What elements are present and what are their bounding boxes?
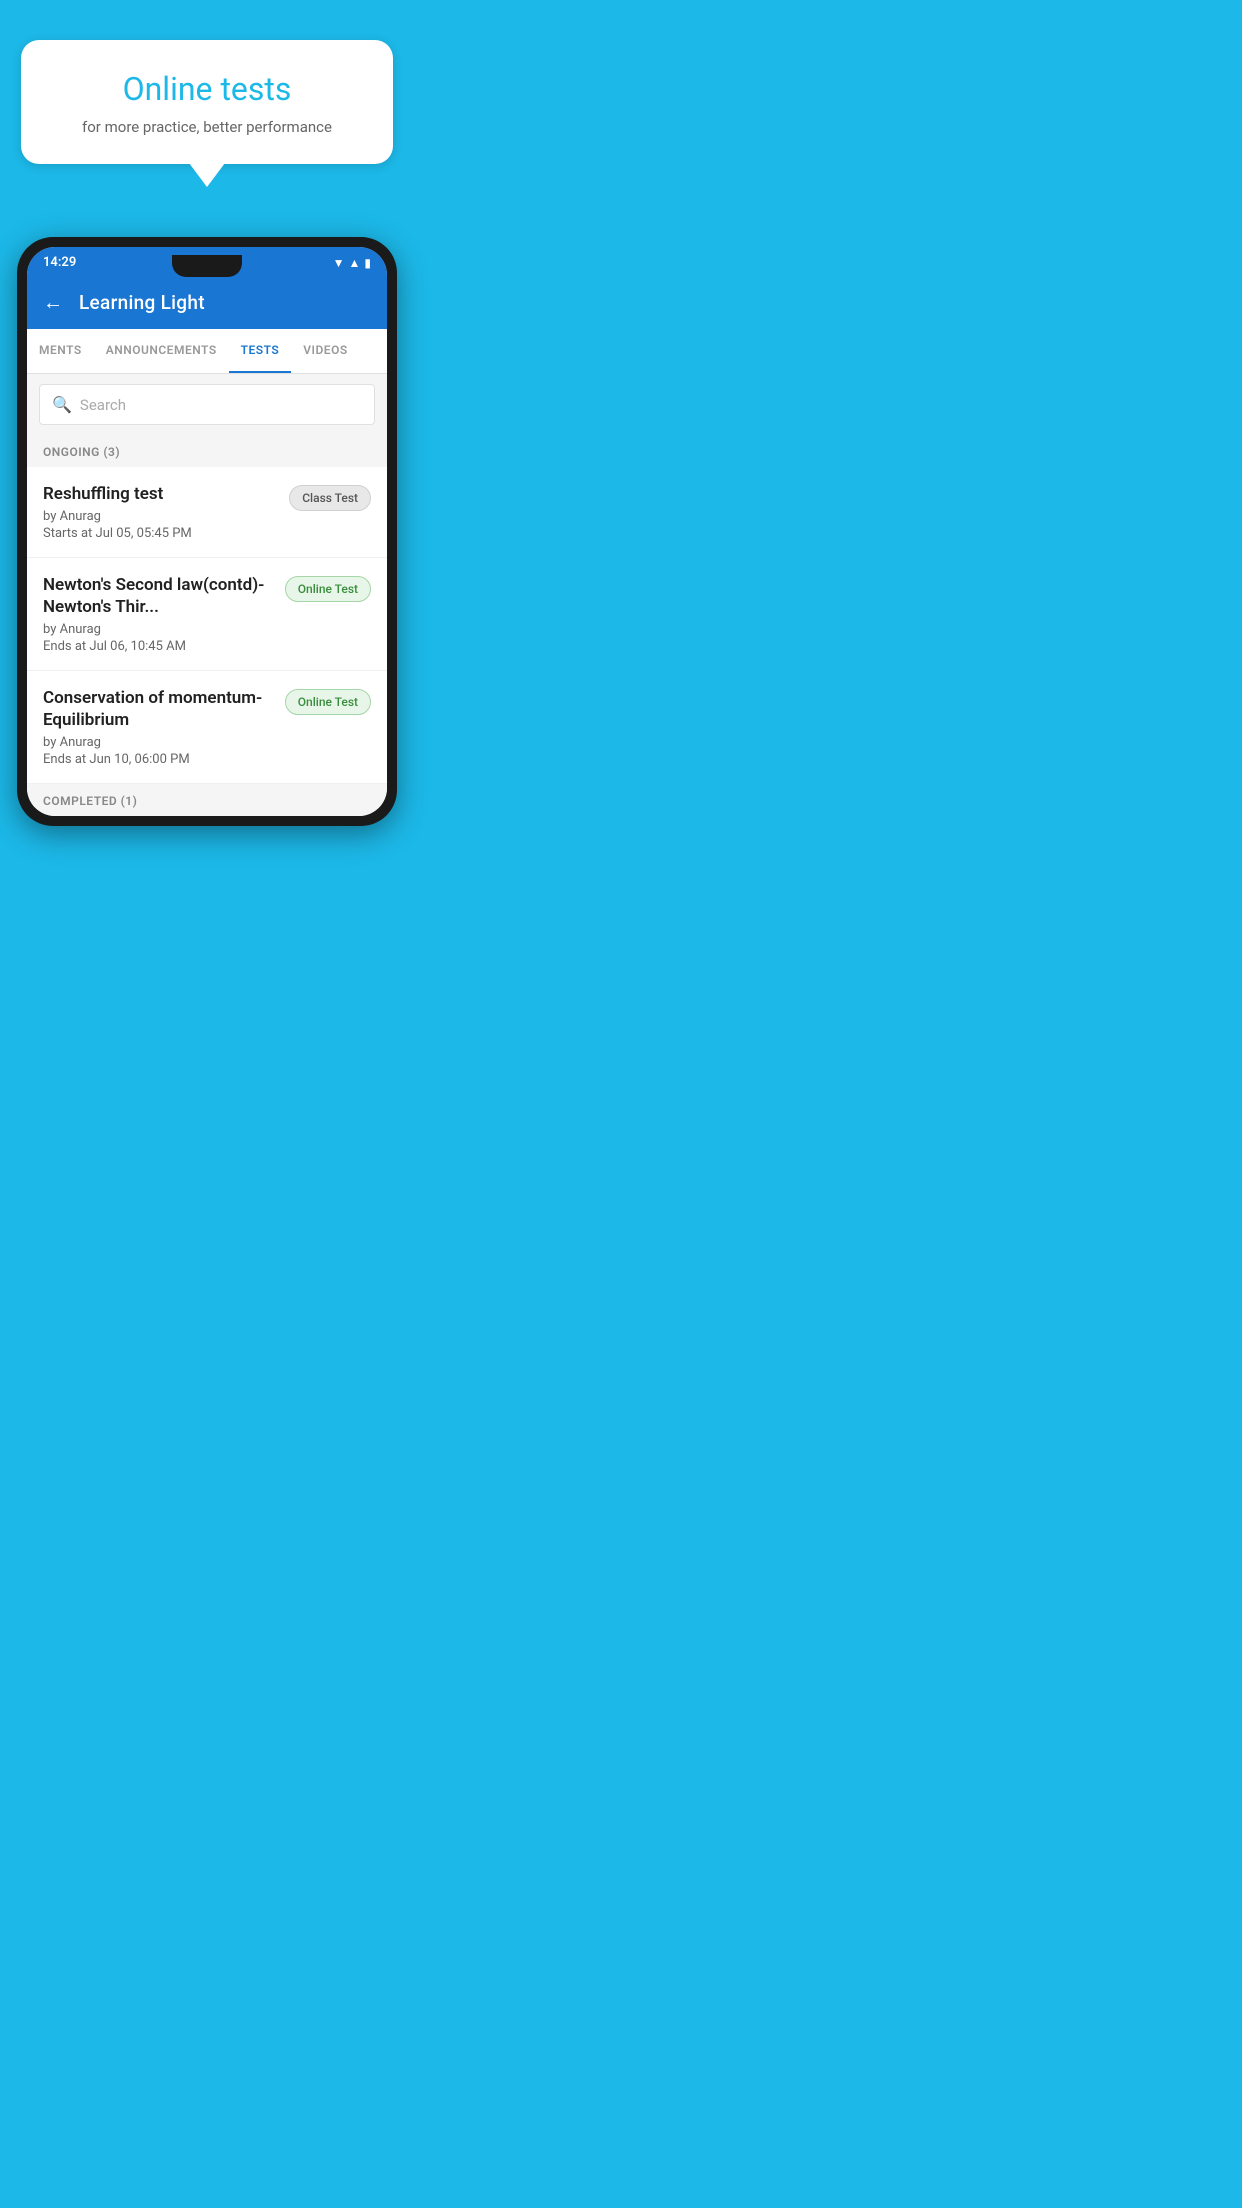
test-title-2: Newton's Second law(contd)-Newton's Thir… [43, 574, 275, 618]
speech-bubble-subtitle: for more practice, better performance [51, 118, 364, 136]
tabs-container: MENTS ANNOUNCEMENTS TESTS VIDEOS [27, 329, 387, 374]
test-time-3: Ends at Jun 10, 06:00 PM [43, 752, 275, 767]
speech-bubble-title: Online tests [51, 70, 364, 108]
completed-section-header: COMPLETED (1) [27, 784, 387, 816]
test-by-2: by Anurag [43, 622, 275, 637]
wifi-icon: ▼ [333, 256, 345, 270]
tab-announcements[interactable]: ANNOUNCEMENTS [94, 329, 229, 373]
search-icon: 🔍 [52, 395, 72, 414]
battery-icon: ▮ [364, 256, 371, 270]
status-time: 14:29 [43, 255, 76, 270]
speech-bubble: Online tests for more practice, better p… [21, 40, 394, 164]
back-button[interactable]: ← [43, 290, 63, 315]
app-bar: ← Learning Light [27, 276, 387, 329]
test-list: Reshuffling test by Anurag Starts at Jul… [27, 467, 387, 784]
phone-notch [172, 255, 242, 277]
test-badge-3: Online Test [285, 689, 371, 715]
test-by-1: by Anurag [43, 509, 279, 524]
search-container: 🔍 Search [27, 374, 387, 435]
app-bar-title: Learning Light [79, 291, 205, 314]
test-by-3: by Anurag [43, 735, 275, 750]
test-badge-2: Online Test [285, 576, 371, 602]
test-title-3: Conservation of momentum-Equilibrium [43, 687, 275, 731]
test-info-1: Reshuffling test by Anurag Starts at Jul… [43, 483, 279, 541]
test-item[interactable]: Newton's Second law(contd)-Newton's Thir… [27, 558, 387, 671]
tab-ments[interactable]: MENTS [27, 329, 94, 373]
status-icons: ▼ ▲ ▮ [333, 256, 371, 270]
test-time-2: Ends at Jul 06, 10:45 AM [43, 639, 275, 654]
phone-frame: 14:29 ▼ ▲ ▮ ← Learning Light MENTS ANNOU… [17, 237, 397, 826]
test-info-2: Newton's Second law(contd)-Newton's Thir… [43, 574, 275, 654]
phone-screen: 14:29 ▼ ▲ ▮ ← Learning Light MENTS ANNOU… [27, 247, 387, 816]
ongoing-section-header: ONGOING (3) [27, 435, 387, 467]
test-item[interactable]: Conservation of momentum-Equilibrium by … [27, 671, 387, 784]
search-box[interactable]: 🔍 Search [39, 384, 375, 425]
test-title-1: Reshuffling test [43, 483, 279, 505]
test-time-1: Starts at Jul 05, 05:45 PM [43, 526, 279, 541]
tab-tests[interactable]: TESTS [229, 329, 292, 373]
test-item[interactable]: Reshuffling test by Anurag Starts at Jul… [27, 467, 387, 558]
signal-icon: ▲ [349, 256, 361, 270]
speech-bubble-container: Online tests for more practice, better p… [21, 40, 394, 187]
search-placeholder: Search [80, 396, 126, 414]
tab-videos[interactable]: VIDEOS [291, 329, 359, 373]
test-badge-1: Class Test [289, 485, 371, 511]
speech-bubble-arrow [189, 163, 225, 187]
test-info-3: Conservation of momentum-Equilibrium by … [43, 687, 275, 767]
